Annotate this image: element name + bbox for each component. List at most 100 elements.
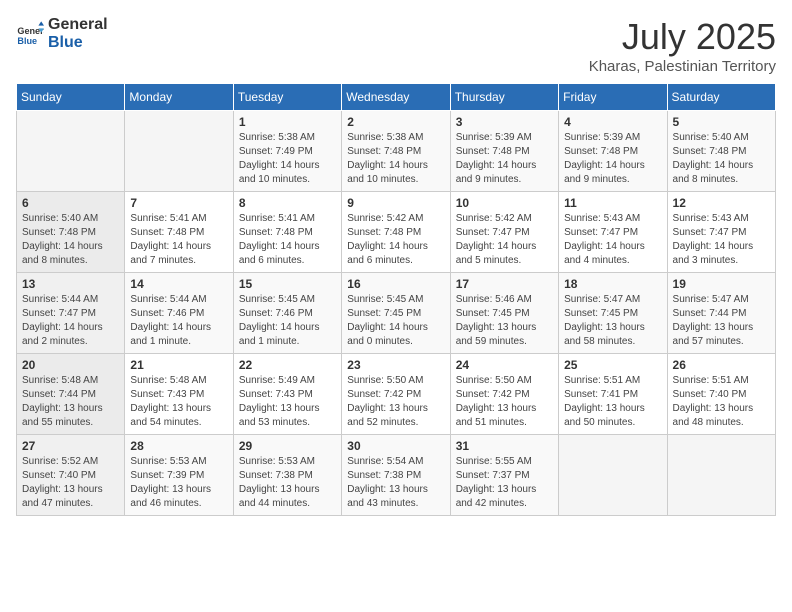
day-info: Sunrise: 5:45 AM Sunset: 7:46 PM Dayligh… xyxy=(239,293,336,349)
logo-line2: Blue xyxy=(48,34,108,52)
header-sunday: Sunday xyxy=(17,84,125,111)
calendar-cell: 4Sunrise: 5:39 AM Sunset: 7:48 PM Daylig… xyxy=(559,111,667,192)
calendar-cell: 28 Sunrise: 5:53 AM Sunset: 7:39 PM Dayli… xyxy=(125,435,233,516)
day-info: Sunrise: 5:40 AM Sunset: 7:48 PM Dayligh… xyxy=(673,131,770,187)
title-block: July 2025 Kharas, Palestinian Territory xyxy=(589,16,776,75)
day-info: Sunrise: 5:51 AM Sunset: 7:40 PM Dayligh… xyxy=(673,374,770,430)
day-number: 28 xyxy=(130,439,227,453)
day-info: Sunrise: 5:47 AM Sunset: 7:45 PM Dayligh… xyxy=(564,293,661,349)
day-number: 12 xyxy=(673,196,770,210)
calendar-cell: 26Sunrise: 5:51 AM Sunset: 7:40 PM Dayli… xyxy=(667,354,775,435)
calendar-cell: 7 Sunrise: 5:41 AM Sunset: 7:48 PM Daylig… xyxy=(125,192,233,273)
day-number: 31 xyxy=(456,439,553,453)
header-friday: Friday xyxy=(559,84,667,111)
day-number: 8 xyxy=(239,196,336,210)
calendar-cell: 27Sunrise: 5:52 AM Sunset: 7:40 PM Dayli… xyxy=(17,435,125,516)
day-number: 16 xyxy=(347,277,444,291)
calendar-cell xyxy=(17,111,125,192)
calendar-cell: 19Sunrise: 5:47 AM Sunset: 7:44 PM Dayli… xyxy=(667,273,775,354)
day-info: Sunrise: 5:39 AM Sunset: 7:48 PM Dayligh… xyxy=(564,131,661,187)
day-info: Sunrise: 5:42 AM Sunset: 7:48 PM Dayligh… xyxy=(347,212,444,268)
calendar-cell: 10 Sunrise: 5:42 AM Sunset: 7:47 PM Dayli… xyxy=(450,192,558,273)
day-info: Sunrise: 5:41 AM Sunset: 7:48 PM Dayligh… xyxy=(130,212,227,268)
day-info: Sunrise: 5:40 AM Sunset: 7:48 PM Dayligh… xyxy=(22,212,119,268)
day-info: Sunrise: 5:39 AM Sunset: 7:48 PM Dayligh… xyxy=(456,131,553,187)
logo-icon: General Blue xyxy=(16,20,44,48)
day-number: 11 xyxy=(564,196,661,210)
calendar-week-row: 1 Sunrise: 5:38 AM Sunset: 7:49 PM Daylig… xyxy=(17,111,776,192)
calendar-week-row: 27Sunrise: 5:52 AM Sunset: 7:40 PM Dayli… xyxy=(17,435,776,516)
day-info: Sunrise: 5:55 AM Sunset: 7:37 PM Dayligh… xyxy=(456,455,553,511)
day-number: 21 xyxy=(130,358,227,372)
day-number: 23 xyxy=(347,358,444,372)
day-info: Sunrise: 5:42 AM Sunset: 7:47 PM Dayligh… xyxy=(456,212,553,268)
day-number: 5 xyxy=(673,115,770,129)
calendar-cell: 12 Sunrise: 5:43 AM Sunset: 7:47 PM Dayli… xyxy=(667,192,775,273)
day-number: 1 xyxy=(239,115,336,129)
page-header: General Blue General Blue July 2025 Khar… xyxy=(16,16,776,75)
calendar-cell: 15 Sunrise: 5:45 AM Sunset: 7:46 PM Dayli… xyxy=(233,273,341,354)
calendar-cell: 29 Sunrise: 5:53 AM Sunset: 7:38 PM Dayli… xyxy=(233,435,341,516)
logo-line1: General xyxy=(48,16,108,34)
day-info: Sunrise: 5:53 AM Sunset: 7:39 PM Dayligh… xyxy=(130,455,227,511)
day-number: 10 xyxy=(456,196,553,210)
day-number: 20 xyxy=(22,358,119,372)
day-info: Sunrise: 5:50 AM Sunset: 7:42 PM Dayligh… xyxy=(456,374,553,430)
header-tuesday: Tuesday xyxy=(233,84,341,111)
day-info: Sunrise: 5:41 AM Sunset: 7:48 PM Dayligh… xyxy=(239,212,336,268)
day-info: Sunrise: 5:53 AM Sunset: 7:38 PM Dayligh… xyxy=(239,455,336,511)
calendar-cell: 25Sunrise: 5:51 AM Sunset: 7:41 PM Dayli… xyxy=(559,354,667,435)
day-number: 18 xyxy=(564,277,661,291)
calendar-cell: 18 Sunrise: 5:47 AM Sunset: 7:45 PM Dayli… xyxy=(559,273,667,354)
day-info: Sunrise: 5:49 AM Sunset: 7:43 PM Dayligh… xyxy=(239,374,336,430)
calendar-week-row: 13Sunrise: 5:44 AM Sunset: 7:47 PM Dayli… xyxy=(17,273,776,354)
calendar-cell: 17Sunrise: 5:46 AM Sunset: 7:45 PM Dayli… xyxy=(450,273,558,354)
day-number: 24 xyxy=(456,358,553,372)
calendar-cell xyxy=(667,435,775,516)
day-info: Sunrise: 5:48 AM Sunset: 7:44 PM Dayligh… xyxy=(22,374,119,430)
calendar-cell: 13Sunrise: 5:44 AM Sunset: 7:47 PM Dayli… xyxy=(17,273,125,354)
calendar-cell xyxy=(559,435,667,516)
calendar-header-row: SundayMondayTuesdayWednesdayThursdayFrid… xyxy=(17,84,776,111)
day-number: 7 xyxy=(130,196,227,210)
calendar-cell: 23Sunrise: 5:50 AM Sunset: 7:42 PM Dayli… xyxy=(342,354,450,435)
calendar-cell: 31 Sunrise: 5:55 AM Sunset: 7:37 PM Dayli… xyxy=(450,435,558,516)
header-wednesday: Wednesday xyxy=(342,84,450,111)
calendar-cell: 30Sunrise: 5:54 AM Sunset: 7:38 PM Dayli… xyxy=(342,435,450,516)
calendar-cell: 24 Sunrise: 5:50 AM Sunset: 7:42 PM Dayli… xyxy=(450,354,558,435)
calendar-cell: 1 Sunrise: 5:38 AM Sunset: 7:49 PM Daylig… xyxy=(233,111,341,192)
svg-text:Blue: Blue xyxy=(17,35,37,45)
day-info: Sunrise: 5:44 AM Sunset: 7:46 PM Dayligh… xyxy=(130,293,227,349)
day-number: 13 xyxy=(22,277,119,291)
logo: General Blue General Blue xyxy=(16,16,108,51)
day-info: Sunrise: 5:43 AM Sunset: 7:47 PM Dayligh… xyxy=(564,212,661,268)
calendar-week-row: 6 Sunrise: 5:40 AM Sunset: 7:48 PM Daylig… xyxy=(17,192,776,273)
calendar-cell: 9 Sunrise: 5:42 AM Sunset: 7:48 PM Daylig… xyxy=(342,192,450,273)
calendar-table: SundayMondayTuesdayWednesdayThursdayFrid… xyxy=(16,83,776,516)
month-title: July 2025 xyxy=(589,16,776,58)
day-info: Sunrise: 5:38 AM Sunset: 7:48 PM Dayligh… xyxy=(347,131,444,187)
calendar-cell: 2 Sunrise: 5:38 AM Sunset: 7:48 PM Daylig… xyxy=(342,111,450,192)
calendar-week-row: 20 Sunrise: 5:48 AM Sunset: 7:44 PM Dayli… xyxy=(17,354,776,435)
day-number: 14 xyxy=(130,277,227,291)
day-number: 25 xyxy=(564,358,661,372)
header-monday: Monday xyxy=(125,84,233,111)
header-thursday: Thursday xyxy=(450,84,558,111)
calendar-cell: 22Sunrise: 5:49 AM Sunset: 7:43 PM Dayli… xyxy=(233,354,341,435)
svg-text:General: General xyxy=(17,26,44,36)
calendar-cell: 6 Sunrise: 5:40 AM Sunset: 7:48 PM Daylig… xyxy=(17,192,125,273)
day-number: 15 xyxy=(239,277,336,291)
day-number: 6 xyxy=(22,196,119,210)
day-number: 9 xyxy=(347,196,444,210)
day-info: Sunrise: 5:54 AM Sunset: 7:38 PM Dayligh… xyxy=(347,455,444,511)
day-info: Sunrise: 5:52 AM Sunset: 7:40 PM Dayligh… xyxy=(22,455,119,511)
day-info: Sunrise: 5:46 AM Sunset: 7:45 PM Dayligh… xyxy=(456,293,553,349)
day-info: Sunrise: 5:43 AM Sunset: 7:47 PM Dayligh… xyxy=(673,212,770,268)
calendar-cell: 8 Sunrise: 5:41 AM Sunset: 7:48 PM Daylig… xyxy=(233,192,341,273)
day-info: Sunrise: 5:38 AM Sunset: 7:49 PM Dayligh… xyxy=(239,131,336,187)
location-subtitle: Kharas, Palestinian Territory xyxy=(589,58,776,75)
day-number: 2 xyxy=(347,115,444,129)
day-number: 29 xyxy=(239,439,336,453)
calendar-cell: 20 Sunrise: 5:48 AM Sunset: 7:44 PM Dayli… xyxy=(17,354,125,435)
calendar-cell: 3Sunrise: 5:39 AM Sunset: 7:48 PM Daylig… xyxy=(450,111,558,192)
